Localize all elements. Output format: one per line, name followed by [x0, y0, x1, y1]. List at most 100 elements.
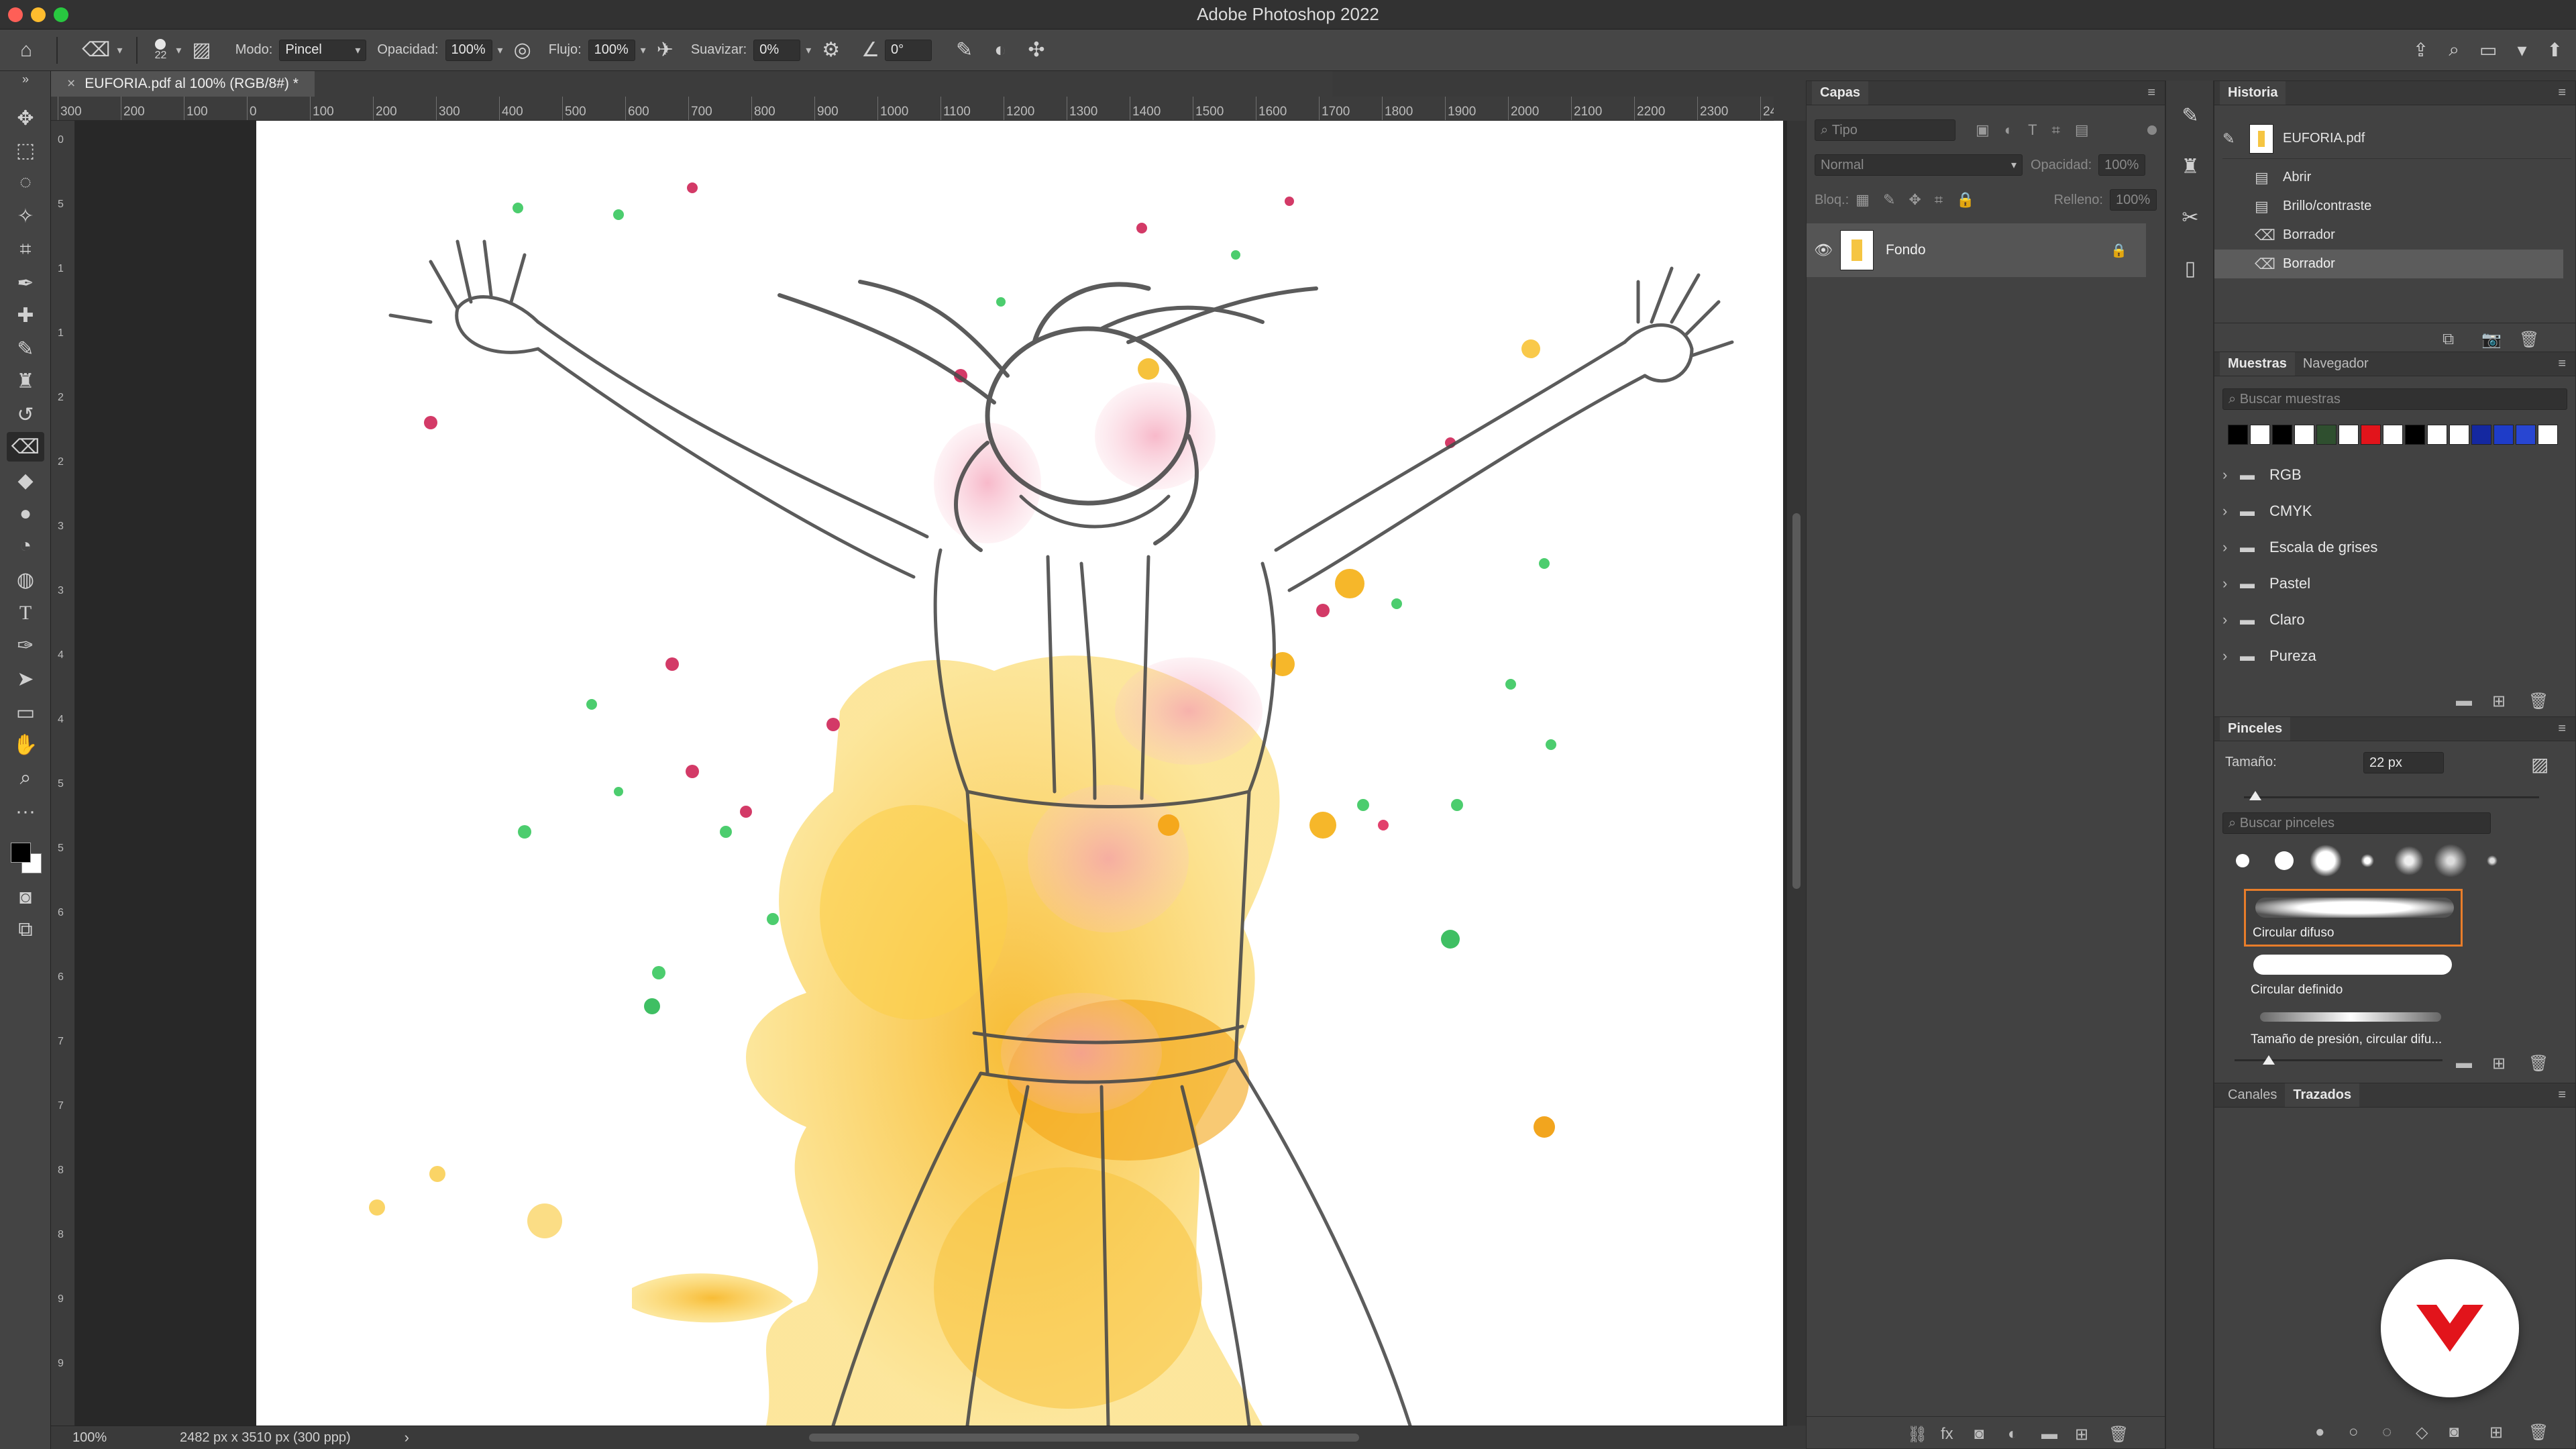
color-swatch[interactable] [2339, 425, 2359, 445]
brush-tip-soft-large[interactable] [2306, 841, 2346, 881]
swatch-folder[interactable]: › ▬ Pastel [2222, 566, 2310, 602]
flow-input[interactable]: 100% [588, 39, 635, 61]
chevron-right-icon[interactable]: › [2222, 466, 2240, 484]
collapse-toolbar-icon[interactable]: » [7, 71, 44, 87]
layer-filter-icons[interactable]: ▣◐T⌗▤ [1976, 121, 2104, 139]
color-swatch[interactable] [2250, 425, 2270, 445]
stroke-path-icon[interactable]: ○ [2349, 1423, 2359, 1442]
minimize-window-button[interactable] [31, 7, 46, 22]
symmetry-icon[interactable]: ✣ [1028, 38, 1044, 62]
more-tools-icon[interactable]: ··· [7, 797, 44, 826]
dodge-tool-icon[interactable]: ◔ [7, 531, 44, 561]
swatch-folder[interactable]: › ▬ Claro [2222, 602, 2305, 638]
layer-opacity-input[interactable]: 100% [2098, 154, 2146, 176]
chevron-right-icon[interactable]: › [2222, 575, 2240, 592]
chevron-down-icon[interactable]: ▾ [176, 44, 181, 57]
make-path-icon[interactable]: ◇ [2416, 1423, 2428, 1442]
layers-tab[interactable]: Capas [1812, 81, 1869, 105]
hand-tool-icon[interactable]: ✋ [7, 730, 44, 759]
lasso-tool-icon[interactable]: ◌ [7, 168, 44, 197]
clone-stamp-tool-icon[interactable]: ♜ [7, 366, 44, 396]
fx-icon[interactable]: fx [1941, 1425, 1953, 1444]
chevron-down-icon[interactable]: ▾ [2517, 39, 2526, 61]
swatch-folder[interactable]: › ▬ RGB [2222, 457, 2302, 493]
close-tab-icon[interactable]: × [67, 76, 75, 92]
screen-mode-icon[interactable]: ⧉ [7, 915, 44, 945]
panel-menu-icon[interactable]: ≡ [2558, 721, 2566, 737]
preview-size-slider[interactable] [2235, 1055, 2443, 1065]
panel-menu-icon[interactable]: ≡ [2147, 85, 2155, 101]
camera-icon[interactable]: 📷 [2481, 330, 2502, 350]
mask-icon[interactable]: ◙ [1974, 1425, 1984, 1444]
zoom-window-button[interactable] [54, 7, 68, 22]
clone-source-icon[interactable]: ♜ [2176, 152, 2205, 181]
magic-wand-tool-icon[interactable]: ✧ [7, 201, 44, 231]
chevron-down-icon[interactable]: ▾ [498, 44, 503, 57]
history-brush-tool-icon[interactable]: ↺ [7, 400, 44, 429]
mode-select[interactable]: Pincel ▾ [279, 39, 367, 61]
folder-icon[interactable]: ▬ [2456, 1054, 2472, 1073]
gear-icon[interactable]: ⚙ [822, 38, 840, 62]
brush-tip-soft-medium[interactable] [2389, 841, 2429, 881]
color-swatch[interactable] [2449, 425, 2469, 445]
swatch-folder[interactable]: › ▬ Escala de grises [2222, 529, 2377, 566]
brush-preset[interactable]: Circular definido [2244, 948, 2463, 1006]
new-brush-preset-icon[interactable]: ⊞ [2492, 1054, 2506, 1073]
channels-tab[interactable]: Canales [2220, 1083, 2285, 1107]
brush-preset[interactable]: Tamaño de presión, circular difu... [2244, 1006, 2463, 1053]
paint-bucket-tool-icon[interactable]: ◆ [7, 466, 44, 495]
navigator-tab[interactable]: Navegador [2295, 352, 2377, 376]
history-item[interactable]: ▤ Abrir [2214, 163, 2576, 192]
swatch-folder[interactable]: › ▬ Pureza [2222, 638, 2316, 674]
brush-size-slider[interactable] [2244, 791, 2539, 800]
history-item-active[interactable]: ⌫ Borrador [2214, 250, 2563, 278]
tool-presets-icon[interactable]: ✂ [2176, 203, 2205, 232]
brush-tool-icon[interactable]: ✎ [7, 334, 44, 364]
erase-history-icon[interactable]: ◐ [994, 39, 1006, 62]
eraser-tool-preset-icon[interactable]: ⌫ [82, 38, 110, 62]
trash-icon[interactable]: 🗑 [2528, 1423, 2548, 1442]
trash-icon[interactable]: 🗑 [2528, 692, 2548, 711]
color-swatch[interactable] [2471, 425, 2491, 445]
zoom-tool-icon[interactable]: ⌕ [7, 763, 44, 793]
brushes-tab[interactable]: Pinceles [2220, 717, 2291, 741]
mask-icon[interactable]: ◙ [2449, 1423, 2459, 1442]
airbrush-icon[interactable]: ✈ [657, 38, 674, 62]
type-tool-icon[interactable]: T [7, 598, 44, 628]
trash-icon[interactable]: 🗑 [2108, 1425, 2129, 1444]
folder-icon[interactable]: ▬ [2456, 692, 2472, 710]
paths-tab[interactable]: Trazados [2285, 1083, 2360, 1107]
chevron-down-icon[interactable]: ▾ [117, 44, 123, 57]
pen-tool-icon[interactable]: ✑ [7, 631, 44, 660]
brush-settings-icon[interactable]: ✎ [2176, 101, 2205, 130]
history-snapshot[interactable]: ✎ EUFORIA.pdf [2222, 119, 2571, 159]
panel-menu-icon[interactable]: ≡ [2558, 356, 2566, 372]
eyedropper-tool-icon[interactable]: ✒ [7, 268, 44, 298]
pressure-size-icon[interactable]: ✎ [956, 38, 973, 62]
new-path-icon[interactable]: ⊞ [2489, 1423, 2503, 1442]
color-picker[interactable] [9, 841, 43, 875]
angle-input[interactable]: 0° [885, 39, 932, 61]
swatch-search-input[interactable]: ⌕ Buscar muestras [2222, 388, 2567, 410]
layer-filter-select[interactable]: ⌕ Tipo [1815, 119, 1955, 141]
document-tab[interactable]: × EUFORIA.pdf al 100% (RGB/8#) * [51, 71, 315, 97]
load-selection-icon[interactable]: ◌ [2382, 1423, 2392, 1442]
brush-settings-icon[interactable]: ▨ [192, 38, 211, 62]
panel-menu-icon[interactable]: ≡ [2558, 1087, 2566, 1103]
brush-tip-airbrush[interactable] [2430, 841, 2471, 881]
color-swatch[interactable] [2294, 425, 2314, 445]
history-tab[interactable]: Historia [2220, 81, 2286, 105]
color-swatch[interactable] [2405, 425, 2425, 445]
blend-mode-select[interactable]: Normal ▾ [1815, 154, 2023, 176]
history-item[interactable]: ⌫ Borrador [2214, 221, 2576, 250]
color-swatch[interactable] [2383, 425, 2403, 445]
brush-size-picker[interactable]: 22 [155, 38, 166, 62]
color-swatch[interactable] [2228, 425, 2248, 445]
zoom-level[interactable]: 100% [72, 1430, 166, 1446]
vertical-scrollbar[interactable] [1787, 121, 1806, 1426]
slider-handle[interactable] [2263, 1055, 2275, 1065]
chevron-right-icon[interactable]: › [2222, 647, 2240, 665]
swatches-tab[interactable]: Muestras [2220, 352, 2295, 376]
pressure-opacity-icon[interactable]: ◎ [514, 38, 531, 62]
color-swatch[interactable] [2493, 425, 2514, 445]
